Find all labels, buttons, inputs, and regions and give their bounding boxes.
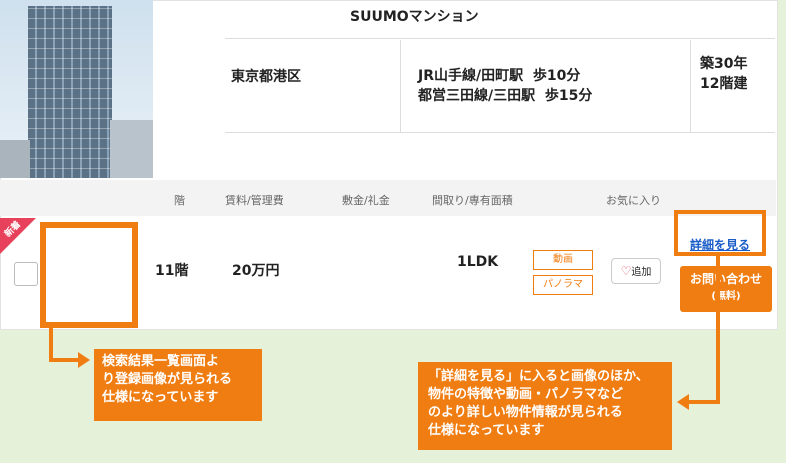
divider [225,132,775,133]
header-floor: 階 [174,194,185,207]
connector-line [49,358,79,362]
callout-line: 物件の特徴や動画・パノラマなど [428,387,624,402]
access-line-1: JR山手線/田町駅 歩10分 [418,68,581,84]
address: 東京都港区 [231,69,301,85]
header-rent: 賃料/管理費 [225,194,284,207]
contact-button[interactable]: お問い合わせ (無料) [680,266,772,312]
right-callout: 「詳細を見る」に入ると画像のほか、 物件の特徴や動画・パノラマなど のより詳しい… [418,362,672,450]
tower-image [28,6,112,178]
callout-line: 検索結果一覧画面よ [102,354,220,369]
room-thumbnail[interactable] [40,222,138,328]
callout-line: 仕様になっています [102,390,219,405]
favorite-label: 追加 [631,267,652,278]
select-checkbox[interactable] [14,262,38,286]
callout-line: のより詳しい物件情報が見られる [428,405,623,420]
panorama-tag[interactable]: パノラマ [533,275,593,295]
row-layout: 1LDK [457,254,499,270]
callout-line: り登録画像が見られる [102,372,233,387]
arrow-left-icon [677,394,689,410]
row-floor: 11階 [155,263,189,279]
arrow-right-icon [78,352,90,368]
detail-link[interactable]: 詳細を見る [690,236,750,253]
station-access: JR山手線/田町駅 歩10分 都営三田線/三田駅 歩15分 [418,66,592,106]
callout-line: 「詳細を見る」に入ると画像のほか、 [428,369,649,384]
row-rent: 20万円 [232,263,280,279]
divider [690,40,691,132]
property-name[interactable]: SUUMOマンション [350,6,479,26]
divider [400,40,401,132]
contact-sub-label: (無料) [711,291,741,302]
floors-text: 12階建 [700,76,748,92]
connector-line [688,400,720,404]
age-text: 築30年 [700,56,748,72]
building-age: 築30年 12階建 [700,54,747,94]
header-deposit: 敷金/礼金 [342,194,390,207]
building-low-image-2 [0,140,30,178]
connector-line [716,256,720,404]
header-layout: 間取り/専有面積 [432,194,513,207]
contact-label: お問い合わせ [689,272,762,286]
connector-line [49,322,53,362]
heart-icon: ♡ [620,264,632,278]
building-low-image [110,120,153,178]
building-photo[interactable] [0,0,153,178]
left-callout: 検索結果一覧画面よ り登録画像が見られる 仕様になっています [94,349,262,421]
access-line-2: 都営三田線/三田駅 歩15分 [418,88,593,104]
divider [225,38,775,39]
callout-line: 仕様になっています [428,423,545,438]
header-favorite: お気に入り [606,194,661,207]
favorite-button[interactable]: ♡追加 [611,258,661,284]
video-tag[interactable]: 動画 [533,250,593,270]
